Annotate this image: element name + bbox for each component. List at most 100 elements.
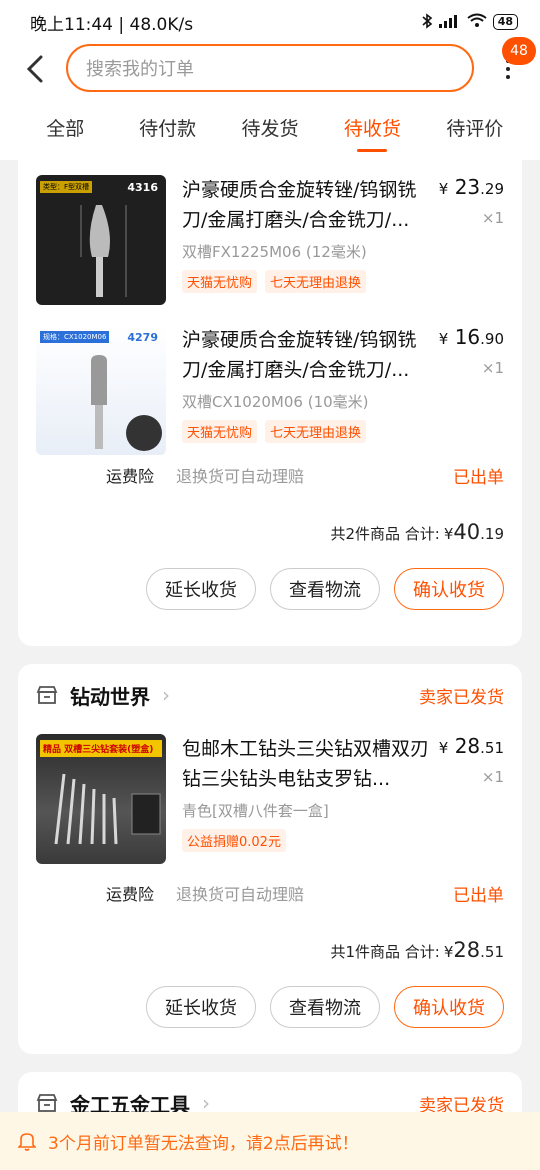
top-bar: 搜索我的订单 48 bbox=[0, 37, 540, 94]
search-input[interactable]: 搜索我的订单 bbox=[66, 44, 474, 92]
message-count-badge: 48 bbox=[502, 37, 536, 65]
insurance-text: 退换货可自动理赔 bbox=[176, 467, 305, 486]
order-item[interactable]: 规格：CX1020M06 4279 沪豪硬质合金旋转锉/钨钢铣刀/金属打磨头/合… bbox=[36, 310, 504, 460]
product-thumbnail[interactable]: 规格：CX1020M06 4279 bbox=[36, 325, 166, 455]
product-title[interactable]: 沪豪硬质合金旋转锉/钨钢铣刀/金属打磨头/合金铣刀/... bbox=[182, 175, 432, 235]
product-thumbnail[interactable]: 类型：F型双槽 4316 bbox=[36, 175, 166, 305]
confirm-receipt-button[interactable]: 确认收货 bbox=[394, 568, 504, 610]
search-placeholder: 搜索我的订单 bbox=[86, 59, 194, 80]
order-item[interactable]: 类型：F型双槽 4316 沪豪硬质合金旋转锉/钨钢铣刀/金属打磨头/合金铣刀/.… bbox=[36, 160, 504, 310]
shipping-insurance-row[interactable]: 运费险 退换货可自动理赔 已出单 bbox=[36, 878, 504, 908]
tab-pending-receipt[interactable]: 待收货 bbox=[321, 94, 423, 160]
item-info: 沪豪硬质合金旋转锉/钨钢铣刀/金属打磨头/合金铣刀/... 双槽CX1020M0… bbox=[182, 325, 504, 460]
shipping-insurance-row[interactable]: 运费险 退换货可自动理赔 已出单 bbox=[36, 460, 504, 490]
total-label: 合计: bbox=[404, 525, 440, 543]
item-info: 包邮木工钻头三尖钻双槽双刃钻三尖钻头电钻支罗钻... 青色[双槽八件套一盒] 公… bbox=[182, 734, 504, 876]
product-thumbnail[interactable]: 精品 双槽三尖钻套装(塑盒) bbox=[36, 734, 166, 864]
total-amount: ¥40.19 bbox=[444, 520, 504, 544]
order-actions: 延长收货 查看物流 确认收货 bbox=[36, 568, 504, 610]
insurance-label: 运费险 bbox=[106, 467, 155, 486]
extend-receipt-button[interactable]: 延长收货 bbox=[146, 568, 256, 610]
back-button[interactable] bbox=[20, 52, 50, 86]
currency-symbol: ¥ bbox=[438, 739, 449, 757]
more-dot-icon bbox=[506, 75, 510, 79]
order-card: 类型：F型双槽 4316 沪豪硬质合金旋转锉/钨钢铣刀/金属打磨头/合金铣刀/.… bbox=[18, 160, 522, 646]
notice-text: 3个月前订单暂无法查询，请2点后再试！ bbox=[48, 1133, 359, 1154]
total-label: 合计: bbox=[404, 943, 440, 961]
shop-header[interactable]: 钻动世界 › 卖家已发货 bbox=[36, 664, 504, 726]
order-status: 卖家已发货 bbox=[419, 687, 504, 708]
order-card: 钻动世界 › 卖家已发货 精品 双槽三尖钻套装(塑盒) 包邮木工钻头三尖钻双槽双… bbox=[18, 664, 522, 1054]
extend-receipt-button[interactable]: 延长收货 bbox=[146, 986, 256, 1028]
currency-symbol: ¥ bbox=[443, 525, 454, 543]
wifi-icon bbox=[467, 13, 487, 31]
price-decimal: .29 bbox=[480, 180, 504, 198]
product-price: ¥ 23.29 bbox=[439, 175, 504, 199]
charity-tag: 公益捐赠0.02元 bbox=[182, 829, 286, 852]
product-title[interactable]: 包邮木工钻头三尖钻双槽双刃钻三尖钻头电钻支罗钻... bbox=[182, 734, 432, 794]
order-total: 共2件商品 合计: ¥40.19 bbox=[36, 520, 504, 544]
status-time-speed: 晚上11:44 | 48.0K/s bbox=[30, 14, 194, 35]
notice-banner: 3个月前订单暂无法查询，请2点后再试！ bbox=[0, 1112, 540, 1170]
product-quantity: ×1 bbox=[481, 359, 504, 377]
confirm-receipt-button[interactable]: 确认收货 bbox=[394, 986, 504, 1028]
total-amount: ¥28.51 bbox=[444, 938, 504, 962]
product-tags: 天猫无忧购 七天无理由退换 bbox=[182, 270, 504, 293]
chevron-right-icon: › bbox=[162, 683, 170, 707]
insurance-label: 运费险 bbox=[106, 885, 155, 904]
product-tags: 天猫无忧购 七天无理由退换 bbox=[182, 420, 504, 443]
product-spec: 双槽CX1020M06 (10毫米) bbox=[182, 393, 369, 411]
currency-symbol: ¥ bbox=[438, 180, 449, 198]
shop-icon bbox=[36, 686, 58, 704]
insurance-status: 已出单 bbox=[453, 885, 504, 906]
shop-name[interactable]: 钻动世界 bbox=[70, 681, 150, 710]
insurance-status: 已出单 bbox=[453, 467, 504, 488]
order-list: 类型：F型双槽 4316 沪豪硬质合金旋转锉/钨钢铣刀/金属打磨头/合金铣刀/.… bbox=[0, 160, 540, 1152]
price-integer: 28 bbox=[454, 734, 481, 758]
total-decimal: .51 bbox=[480, 943, 504, 961]
burr-bit-image-icon bbox=[80, 205, 127, 297]
tab-pending-shipment[interactable]: 待发货 bbox=[219, 94, 321, 160]
product-price: ¥ 28.51 bbox=[439, 734, 504, 758]
product-price: ¥ 16.90 bbox=[439, 325, 504, 349]
price-decimal: .51 bbox=[480, 739, 504, 757]
product-spec: 青色[双槽八件套一盒] bbox=[182, 802, 329, 820]
price-decimal: .90 bbox=[480, 330, 504, 348]
service-tag: 七天无理由退换 bbox=[265, 420, 367, 443]
tab-all[interactable]: 全部 bbox=[14, 94, 116, 160]
item-info: 沪豪硬质合金旋转锉/钨钢铣刀/金属打磨头/合金铣刀/... 双槽FX1225M0… bbox=[182, 175, 504, 310]
signal-icon bbox=[438, 14, 461, 31]
currency-symbol: ¥ bbox=[443, 943, 454, 961]
item-count: 共1件商品 bbox=[330, 943, 401, 961]
bluetooth-icon bbox=[421, 12, 433, 32]
more-dot-icon bbox=[506, 67, 510, 71]
view-logistics-button[interactable]: 查看物流 bbox=[270, 568, 380, 610]
order-total: 共1件商品 合计: ¥28.51 bbox=[36, 938, 504, 962]
battery-icon: 48 bbox=[492, 14, 518, 30]
status-icons: 48 bbox=[421, 12, 518, 32]
status-bar: 晚上11:44 | 48.0K/s 48 bbox=[0, 0, 540, 44]
product-quantity: ×1 bbox=[481, 768, 504, 786]
tab-pending-payment[interactable]: 待付款 bbox=[116, 94, 218, 160]
price-integer: 23 bbox=[454, 175, 481, 199]
product-spec: 双槽FX1225M06 (12毫米) bbox=[182, 243, 367, 261]
bell-icon bbox=[18, 1133, 36, 1151]
product-tags: 公益捐赠0.02元 bbox=[182, 829, 504, 852]
chevron-left-icon bbox=[26, 55, 43, 83]
tab-pending-review[interactable]: 待评价 bbox=[424, 94, 526, 160]
order-item[interactable]: 精品 双槽三尖钻套装(塑盒) 包邮木工钻头三尖钻双槽双刃钻三尖钻头电钻支罗钻..… bbox=[36, 726, 504, 876]
view-logistics-button[interactable]: 查看物流 bbox=[270, 986, 380, 1028]
order-tabs: 全部 待付款 待发货 待收货 待评价 bbox=[0, 94, 540, 160]
total-integer: 28 bbox=[453, 938, 481, 962]
currency-symbol: ¥ bbox=[438, 330, 449, 348]
service-tag: 七天无理由退换 bbox=[265, 270, 367, 293]
service-tag: 天猫无忧购 bbox=[182, 420, 258, 443]
product-title[interactable]: 沪豪硬质合金旋转锉/钨钢铣刀/金属打磨头/合金铣刀/... bbox=[182, 325, 432, 385]
item-count: 共2件商品 bbox=[330, 525, 401, 543]
order-actions: 延长收货 查看物流 确认收货 bbox=[36, 986, 504, 1028]
service-tag: 天猫无忧购 bbox=[182, 270, 258, 293]
drill-set-image-icon bbox=[54, 773, 161, 845]
price-integer: 16 bbox=[454, 325, 481, 349]
insurance-text: 退换货可自动理赔 bbox=[176, 885, 305, 904]
total-integer: 40 bbox=[453, 520, 481, 544]
